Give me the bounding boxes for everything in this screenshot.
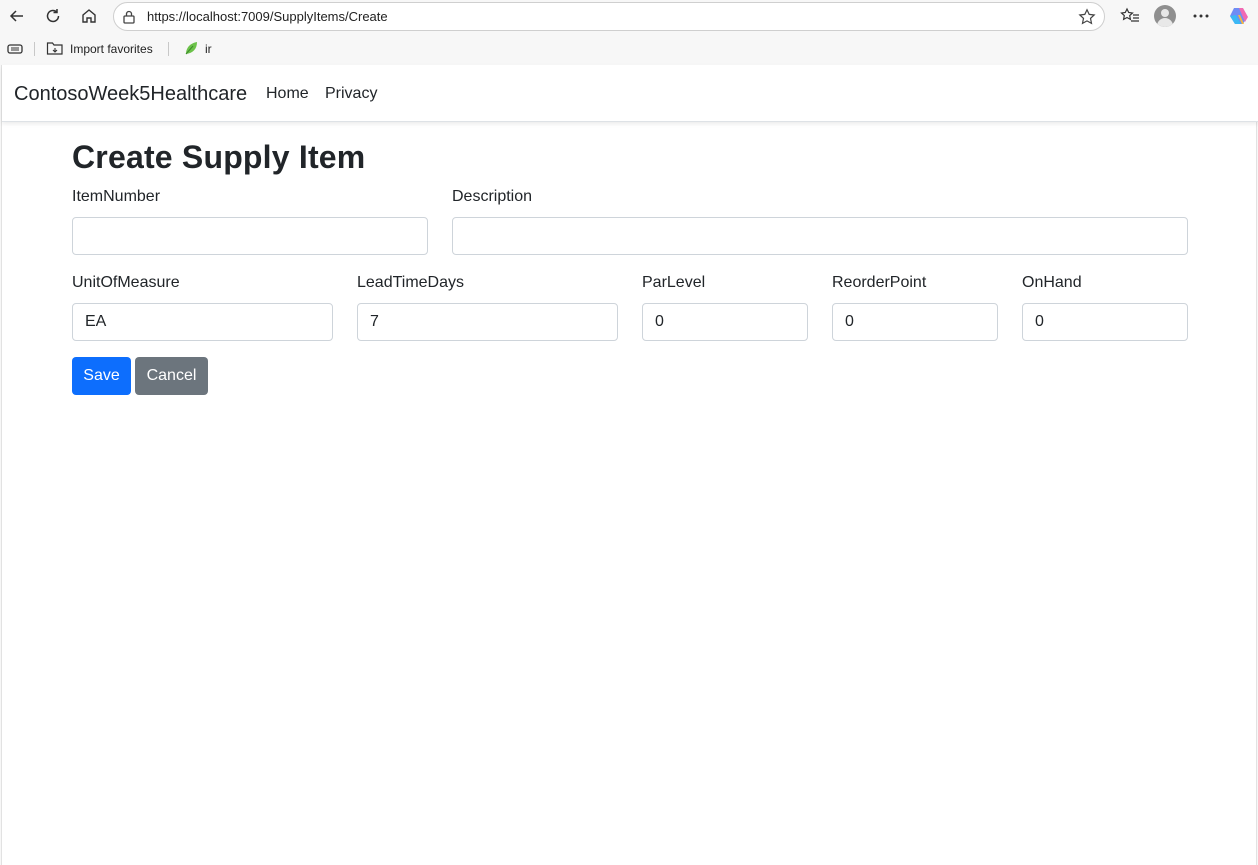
reading-view-icon[interactable] xyxy=(6,40,24,58)
leaf-icon xyxy=(183,40,199,59)
par-level-input[interactable] xyxy=(642,303,808,341)
home-icon[interactable] xyxy=(75,3,103,29)
browser-toolbar: https://localhost:7009/SupplyItems/Creat… xyxy=(0,0,1258,33)
profile-avatar-icon[interactable] xyxy=(1154,5,1176,27)
site-navbar: ContosoWeek5Healthcare Home Privacy xyxy=(2,65,1258,122)
description-input[interactable] xyxy=(452,217,1188,255)
favorite-ir[interactable]: ir xyxy=(183,40,212,58)
favorite-star-icon[interactable] xyxy=(1078,8,1096,31)
site-brand[interactable]: ContosoWeek5Healthcare xyxy=(14,83,247,106)
unit-of-measure-label: UnitOfMeasure xyxy=(72,274,180,291)
nav-link-privacy[interactable]: Privacy xyxy=(325,85,377,103)
more-options-icon[interactable] xyxy=(1187,3,1215,29)
lock-icon[interactable] xyxy=(122,9,136,30)
description-label: Description xyxy=(452,188,533,205)
page-viewport: ContosoWeek5Healthcare Home Privacy Crea… xyxy=(1,65,1258,865)
back-icon[interactable] xyxy=(3,3,31,29)
url-text[interactable]: https://localhost:7009/SupplyItems/Creat… xyxy=(147,9,388,24)
folder-import-icon xyxy=(46,40,64,59)
cancel-button[interactable]: Cancel xyxy=(135,357,208,395)
favorites-bar: Import favorites ir xyxy=(0,33,1258,65)
refresh-icon[interactable] xyxy=(39,3,67,29)
item-number-input[interactable] xyxy=(72,217,428,255)
favorite-label: Import favorites xyxy=(70,42,153,56)
par-level-label: ParLevel xyxy=(642,274,706,291)
on-hand-input[interactable] xyxy=(1022,303,1188,341)
reorder-point-label: ReorderPoint xyxy=(832,274,927,291)
address-bar[interactable]: https://localhost:7009/SupplyItems/Creat… xyxy=(113,2,1105,31)
page-title: Create Supply Item xyxy=(72,139,366,175)
unit-of-measure-input[interactable] xyxy=(72,303,333,341)
nav-link-home[interactable]: Home xyxy=(266,85,309,103)
copilot-icon[interactable] xyxy=(1225,3,1253,29)
favorites-icon[interactable] xyxy=(1116,3,1144,29)
lead-time-days-input[interactable] xyxy=(357,303,618,341)
lead-time-days-label: LeadTimeDays xyxy=(357,274,465,291)
on-hand-label: OnHand xyxy=(1022,274,1082,291)
item-number-label: ItemNumber xyxy=(72,188,161,205)
save-button[interactable]: Save xyxy=(72,357,131,395)
favorite-import-favorites[interactable]: Import favorites xyxy=(46,40,153,58)
favorite-label: ir xyxy=(205,42,212,56)
reorder-point-input[interactable] xyxy=(832,303,998,341)
